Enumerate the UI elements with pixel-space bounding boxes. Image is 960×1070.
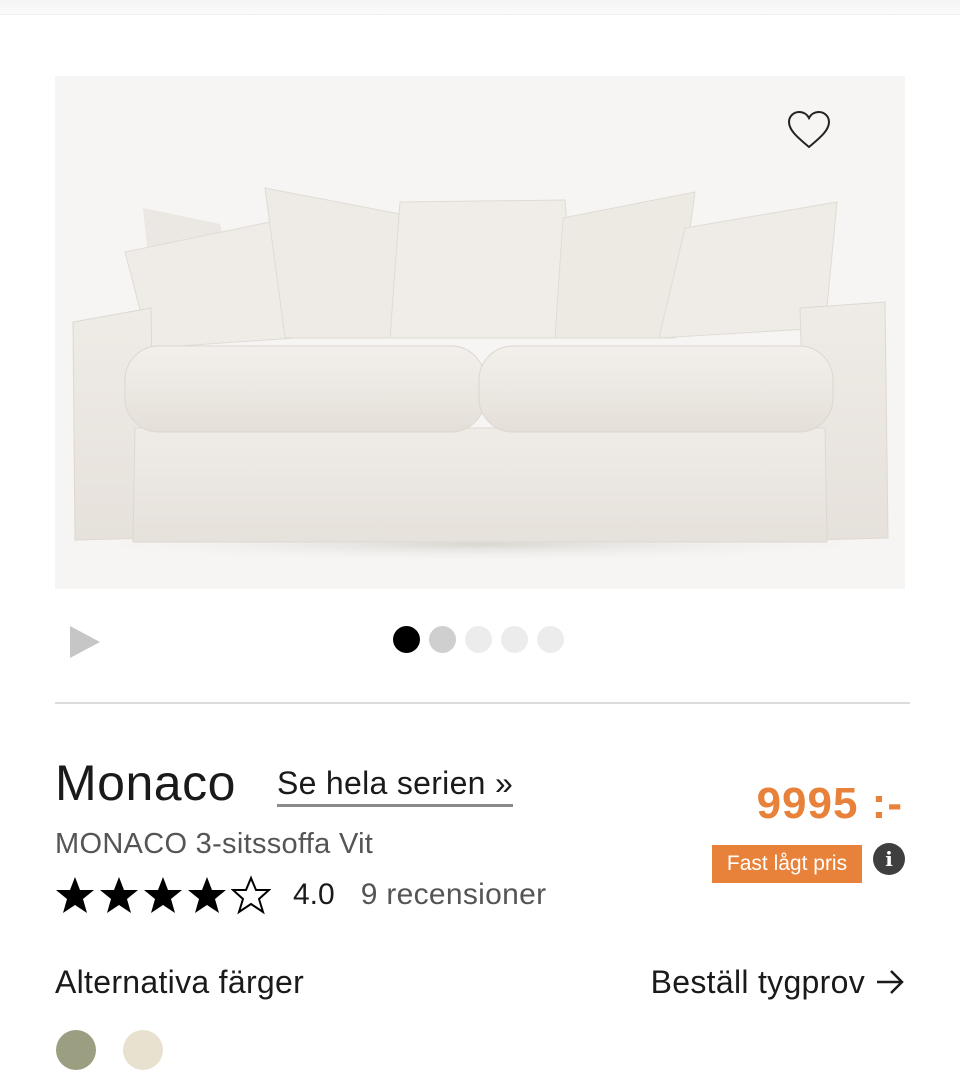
color-swatch-green[interactable]	[56, 1030, 96, 1070]
product-rating: 4.0 9 recensioner	[55, 872, 546, 918]
reviews-link[interactable]: 9 recensioner	[361, 878, 547, 912]
favorite-button[interactable]	[785, 106, 833, 154]
product-image-gallery[interactable]	[55, 76, 905, 589]
rating-value: 4.0	[293, 878, 335, 911]
product-title: Monaco	[55, 755, 236, 811]
divider	[55, 702, 910, 704]
info-icon[interactable]: i	[873, 843, 905, 875]
order-fabric-sample-link[interactable]: Beställ tygprov	[651, 962, 905, 1002]
star-icon	[100, 877, 138, 913]
product-image	[60, 187, 900, 562]
product-subtitle: MONACO 3-sitssoffa Vit	[55, 828, 374, 860]
gallery-dot[interactable]	[393, 626, 420, 653]
view-series-link[interactable]: Se hela serien »	[277, 764, 514, 807]
star-icon	[188, 877, 226, 913]
heart-icon	[787, 110, 831, 149]
top-bar	[0, 0, 960, 15]
star-icon	[56, 877, 94, 913]
gallery-dot[interactable]	[465, 626, 492, 653]
gallery-dot[interactable]	[537, 626, 564, 653]
star-outline-icon	[231, 875, 271, 915]
gallery-pagination	[393, 626, 564, 653]
rating-stars	[55, 875, 271, 915]
alternative-colors-label: Alternativa färger	[55, 964, 305, 1000]
gallery-dot[interactable]	[429, 626, 456, 653]
order-fabric-sample-label: Beställ tygprov	[650, 964, 865, 1000]
star-icon	[144, 877, 182, 913]
play-icon	[70, 626, 100, 658]
gallery-dot[interactable]	[501, 626, 528, 653]
color-swatch-beige[interactable]	[123, 1030, 163, 1070]
play-video-button[interactable]	[64, 622, 104, 662]
price-badge: Fast lågt pris	[712, 845, 862, 883]
arrow-right-icon	[877, 970, 904, 994]
product-price: 9995 :-	[756, 779, 903, 828]
